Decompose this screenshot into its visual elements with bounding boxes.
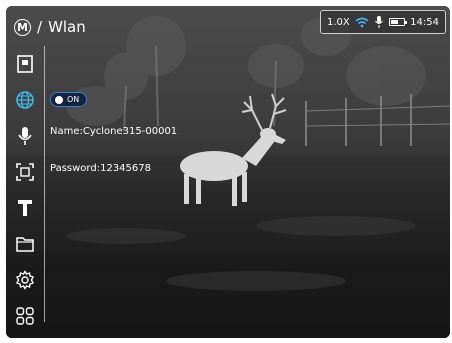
sidebar-item-reticle[interactable] xyxy=(11,194,39,221)
battery-icon xyxy=(388,18,407,26)
zoom-level: 1.0X xyxy=(327,16,350,28)
mode-icon[interactable]: M xyxy=(14,18,31,36)
t-reticle-icon xyxy=(18,199,32,216)
focus-frame-icon xyxy=(16,162,34,181)
folder-icon xyxy=(16,236,34,252)
microphone-icon xyxy=(375,16,383,28)
globe-icon xyxy=(16,90,34,109)
thermal-viewfinder: M / Wlan 1.0X 14:54 ON Name:Cyclone315-0… xyxy=(6,6,450,338)
square-frame-icon xyxy=(17,54,33,73)
sidebar-item-picture-in-picture[interactable] xyxy=(11,50,39,77)
wlan-password: Password:12345678 xyxy=(50,163,151,174)
sidebar-item-files[interactable] xyxy=(11,230,39,257)
sidebar-item-wlan[interactable] xyxy=(11,86,39,113)
gear-icon xyxy=(16,269,34,290)
status-bar: 1.0X 14:54 xyxy=(320,10,446,34)
sidebar-item-microphone[interactable] xyxy=(11,122,39,149)
wlan-toggle[interactable]: ON xyxy=(50,92,87,107)
mode-letter: M xyxy=(17,20,28,34)
battery-fill xyxy=(390,20,398,24)
toggle-knob xyxy=(55,95,63,104)
sidebar xyxy=(10,50,40,338)
grid-icon xyxy=(16,306,34,325)
sidebar-item-apps[interactable] xyxy=(11,302,39,329)
sidebar-item-zoom-frame[interactable] xyxy=(11,158,39,185)
toggle-label: ON xyxy=(67,95,80,104)
screen-header: M / Wlan xyxy=(14,16,86,38)
clock: 14:54 xyxy=(410,16,439,28)
wifi-icon xyxy=(355,17,369,27)
breadcrumb-separator: / xyxy=(37,18,43,36)
microphone-icon xyxy=(18,126,32,145)
page-title: Wlan xyxy=(48,18,86,36)
wlan-name: Name:Cyclone315-00001 xyxy=(50,126,178,137)
sidebar-item-settings[interactable] xyxy=(11,266,39,293)
sidebar-divider xyxy=(44,46,45,322)
